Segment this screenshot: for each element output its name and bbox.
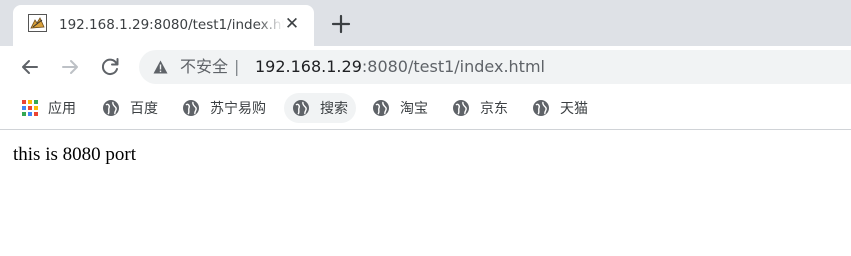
bookmark-label: 搜索 [320, 101, 348, 117]
tab-strip: 192.168.1.29:8080/test1/index.html ✕ [0, 0, 851, 46]
bookmark-search[interactable]: 搜索 [284, 93, 356, 123]
bookmark-tmall[interactable]: 天猫 [524, 93, 596, 123]
forward-arrow-icon[interactable] [57, 54, 83, 80]
security-label[interactable]: 不安全 [180, 57, 228, 77]
page-content: this is 8080 port [0, 130, 851, 256]
browser-tab[interactable]: 192.168.1.29:8080/test1/index.html ✕ [13, 5, 314, 46]
url-host: 192.168.1.29 [255, 57, 362, 76]
close-tab-icon[interactable]: ✕ [281, 13, 303, 35]
bookmark-apps[interactable]: 应用 [14, 93, 84, 123]
toolbar: 不安全 | 192.168.1.29:8080/test1/index.html [0, 46, 851, 87]
bookmark-label: 苏宁易购 [210, 101, 266, 117]
globe-icon [183, 100, 199, 116]
page-body-text: this is 8080 port [13, 144, 136, 165]
new-tab-icon[interactable] [327, 10, 355, 38]
bookmark-label: 天猫 [560, 101, 588, 117]
bookmark-suning[interactable]: 苏宁易购 [174, 93, 274, 123]
url-path: :8080/test1/index.html [361, 57, 545, 76]
bookmark-jd[interactable]: 京东 [444, 93, 516, 123]
bookmark-label: 淘宝 [400, 101, 428, 117]
bookmark-label: 应用 [48, 101, 76, 117]
bookmark-taobao[interactable]: 淘宝 [364, 93, 436, 123]
warning-icon[interactable] [153, 60, 168, 74]
globe-icon [453, 100, 469, 116]
tomcat-icon [28, 14, 47, 32]
bookmark-label: 百度 [130, 101, 158, 117]
security-separator: | [234, 57, 240, 76]
bookmark-label: 京东 [480, 101, 508, 117]
globe-icon [373, 100, 389, 116]
bookmark-baidu[interactable]: 百度 [94, 93, 166, 123]
globe-icon [533, 100, 549, 116]
reload-icon[interactable] [97, 54, 123, 80]
globe-icon [293, 100, 309, 116]
address-bar[interactable]: 不安全 | 192.168.1.29:8080/test1/index.html [139, 50, 851, 84]
apps-grid-icon [22, 100, 38, 116]
url-text[interactable]: 192.168.1.29:8080/test1/index.html [255, 57, 545, 77]
bookmarks-bar: 应用 百度 苏宁易购 搜索 淘宝 京东 天猫 [0, 87, 851, 129]
tab-title: 192.168.1.29:8080/test1/index.html [59, 17, 284, 33]
back-arrow-icon[interactable] [17, 54, 43, 80]
globe-icon [103, 100, 119, 116]
